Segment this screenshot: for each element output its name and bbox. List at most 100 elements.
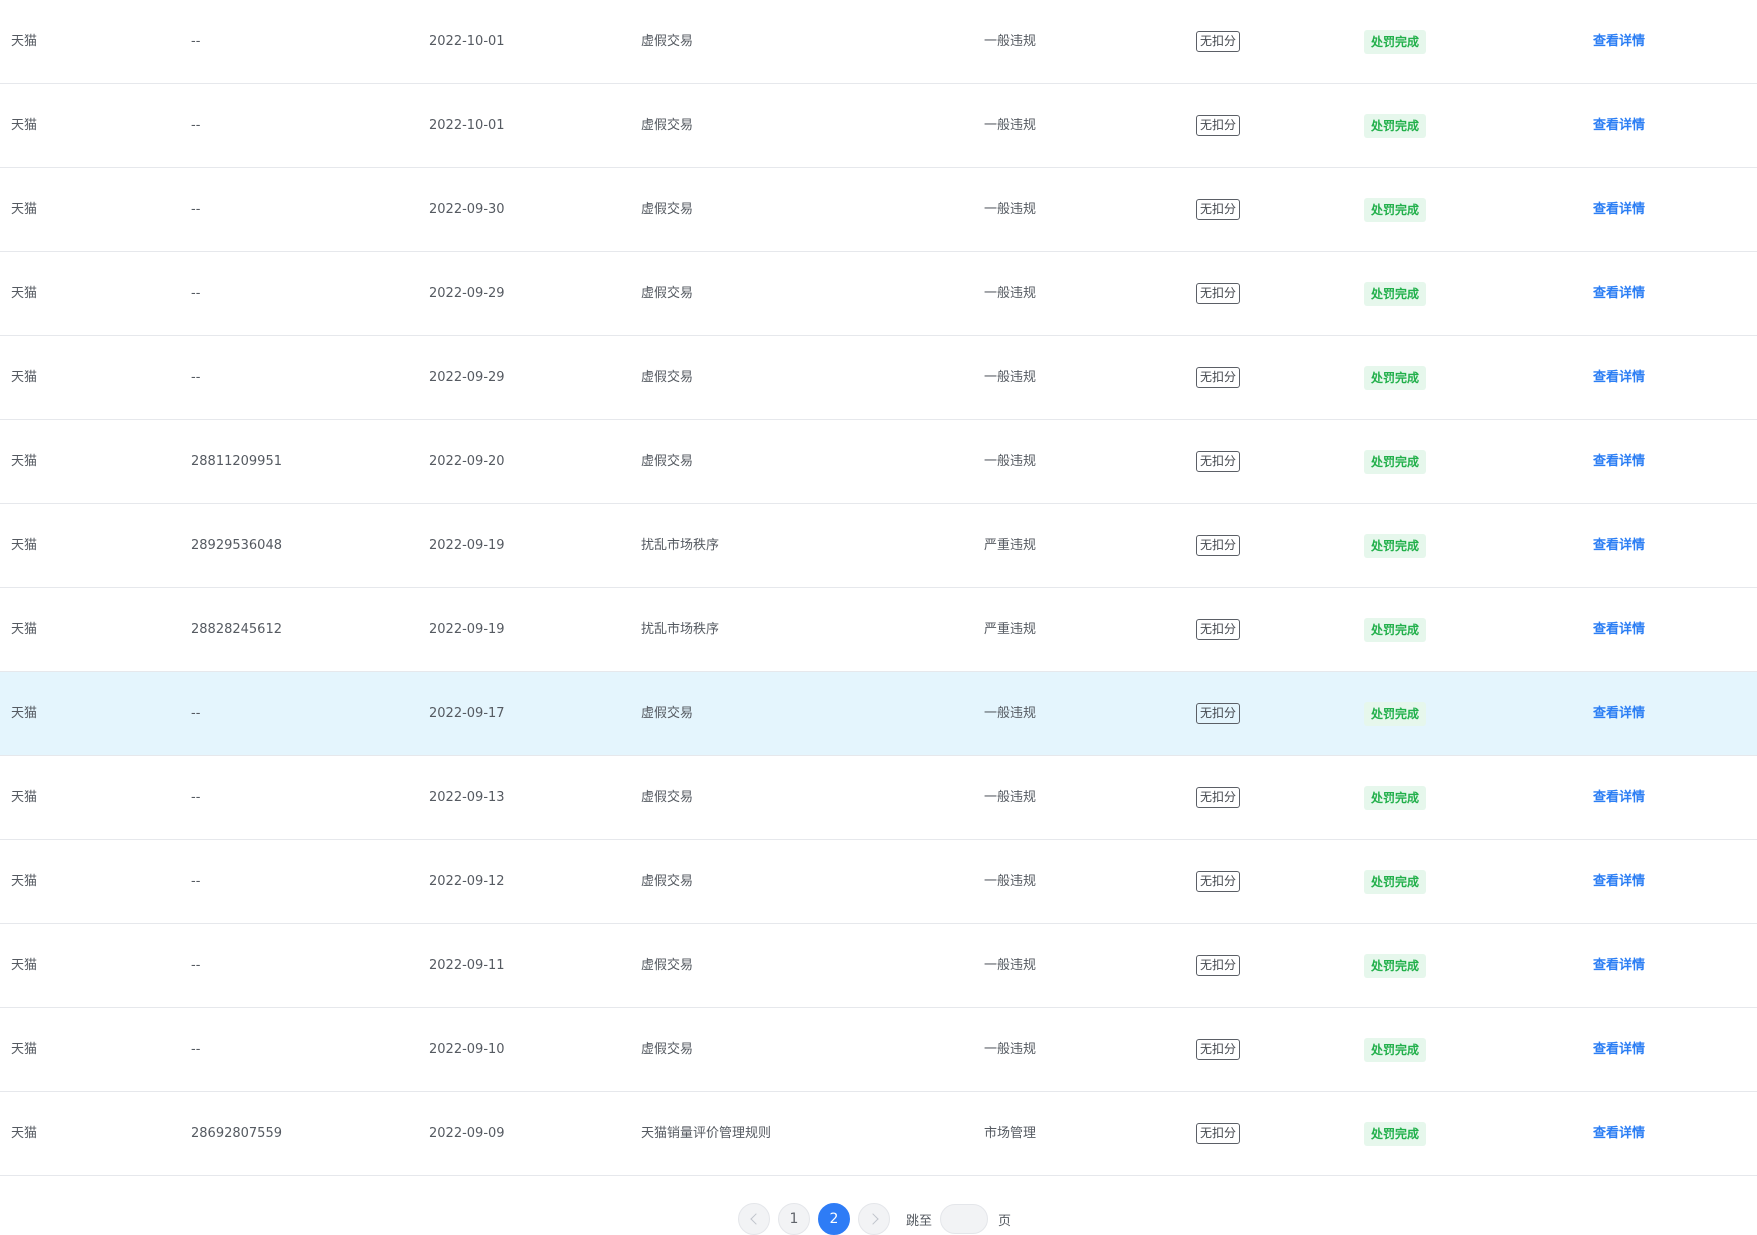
- order-id-cell-text: --: [191, 1042, 201, 1057]
- violation-type-cell-text: 虚假交易: [641, 1042, 694, 1057]
- table-row: 天猫 -- 2022-09-29 虚假交易 一般违规 无扣分 处罚完成 查看详情: [0, 252, 1757, 336]
- next-page-button[interactable]: [858, 1203, 890, 1235]
- order-id-cell-text: --: [191, 202, 201, 217]
- violation-level-cell-text: 一般违规: [984, 706, 1037, 721]
- page-button-2[interactable]: 2: [818, 1203, 850, 1235]
- platform-cell: 天猫: [11, 252, 37, 336]
- order-id-cell: --: [191, 252, 200, 336]
- score-tag: 无扣分: [1196, 1123, 1241, 1144]
- view-details-link[interactable]: 查看详情: [1593, 790, 1645, 805]
- view-details-link[interactable]: 查看详情: [1593, 958, 1645, 973]
- violation-type-cell-text: 虚假交易: [641, 790, 694, 805]
- order-id-cell-text: 28828245612: [191, 622, 282, 637]
- order-id-cell: 28692807559: [191, 1092, 282, 1176]
- violation-level-cell-text: 一般违规: [984, 118, 1037, 133]
- platform-cell-text: 天猫: [11, 202, 38, 217]
- score-cell: 无扣分: [1196, 1008, 1241, 1092]
- jump-page-input[interactable]: [940, 1204, 989, 1234]
- violation-type-cell: 虚假交易: [641, 756, 693, 840]
- status-badge: 处罚完成: [1364, 617, 1427, 642]
- status-badge: 处罚完成: [1364, 1037, 1427, 1062]
- violation-level-cell-text: 严重违规: [984, 538, 1037, 553]
- view-details-link[interactable]: 查看详情: [1593, 202, 1645, 217]
- view-details-link[interactable]: 查看详情: [1593, 538, 1645, 553]
- violation-type-cell-text: 扰乱市场秩序: [641, 622, 720, 637]
- violation-level-cell-text: 一般违规: [984, 370, 1037, 385]
- jump-label: 跳至: [906, 1213, 933, 1229]
- view-details-link[interactable]: 查看详情: [1593, 622, 1645, 637]
- view-details-link[interactable]: 查看详情: [1593, 454, 1645, 469]
- view-details-link[interactable]: 查看详情: [1593, 118, 1645, 133]
- order-id-cell: --: [191, 924, 200, 1008]
- view-details-link[interactable]: 查看详情: [1593, 34, 1645, 49]
- date-cell: 2022-09-17: [429, 672, 505, 756]
- platform-cell-text: 天猫: [11, 1126, 38, 1141]
- violation-level-cell: 一般违规: [984, 336, 1036, 420]
- date-cell-text: 2022-09-29: [429, 370, 505, 385]
- date-cell: 2022-10-01: [429, 84, 505, 168]
- violation-type-cell-text: 虚假交易: [641, 706, 694, 721]
- date-cell: 2022-09-11: [429, 924, 505, 1008]
- table-row: 天猫 -- 2022-09-11 虚假交易 一般违规 无扣分 处罚完成 查看详情: [0, 924, 1757, 1008]
- date-cell: 2022-09-19: [429, 588, 505, 672]
- chevron-left-icon: [749, 1213, 762, 1225]
- table-row: 天猫 -- 2022-09-12 虚假交易 一般违规 无扣分 处罚完成 查看详情: [0, 840, 1757, 924]
- status-badge: 处罚完成: [1364, 701, 1427, 726]
- status-cell: 处罚完成: [1364, 252, 1427, 336]
- order-id-cell: --: [191, 336, 200, 420]
- view-details-link[interactable]: 查看详情: [1593, 874, 1645, 889]
- status-cell: 处罚完成: [1364, 84, 1427, 168]
- violation-records-page: 天猫 -- 2022-10-01 虚假交易 一般违规 无扣分 处罚完成 查看详情 天猫 -- 202…: [0, 0, 1757, 1235]
- score-tag: 无扣分: [1196, 1039, 1241, 1060]
- pagination: 1 2 跳至 页: [738, 1203, 1011, 1235]
- prev-page-button[interactable]: [738, 1203, 770, 1235]
- violation-level-cell-text: 一般违规: [984, 958, 1037, 973]
- platform-cell: 天猫: [11, 504, 37, 588]
- order-id-cell: --: [191, 840, 200, 924]
- platform-cell: 天猫: [11, 84, 37, 168]
- order-id-cell: --: [191, 168, 200, 252]
- date-cell: 2022-09-30: [429, 168, 505, 252]
- status-badge: 处罚完成: [1364, 197, 1427, 222]
- score-cell: 无扣分: [1196, 504, 1241, 588]
- platform-cell-text: 天猫: [11, 790, 38, 805]
- table-row: 天猫 -- 2022-09-17 虚假交易 一般违规 无扣分 处罚完成 查看详情: [0, 672, 1757, 756]
- violation-type-cell: 天猫销量评价管理规则: [641, 1092, 771, 1176]
- order-id-cell-text: --: [191, 958, 201, 973]
- score-cell: 无扣分: [1196, 1092, 1241, 1176]
- status-badge: 处罚完成: [1364, 785, 1427, 810]
- table-row: 天猫 -- 2022-09-13 虚假交易 一般违规 无扣分 处罚完成 查看详情: [0, 756, 1757, 840]
- table-row: 天猫 -- 2022-09-29 虚假交易 一般违规 无扣分 处罚完成 查看详情: [0, 336, 1757, 420]
- date-cell: 2022-09-29: [429, 336, 505, 420]
- score-tag: 无扣分: [1196, 535, 1241, 556]
- view-details-link[interactable]: 查看详情: [1593, 1042, 1645, 1057]
- table-row: 天猫 28929536048 2022-09-19 扰乱市场秩序 严重违规 无扣分 处罚完成…: [0, 504, 1757, 588]
- violation-type-cell-text: 虚假交易: [641, 370, 694, 385]
- platform-cell: 天猫: [11, 756, 37, 840]
- table-row: 天猫 28692807559 2022-09-09 天猫销量评价管理规则 市场管理 无扣分…: [0, 1092, 1757, 1176]
- date-cell-text: 2022-09-30: [429, 202, 505, 217]
- violation-type-cell: 虚假交易: [641, 84, 693, 168]
- violation-type-cell: 虚假交易: [641, 672, 693, 756]
- page-button-1[interactable]: 1: [778, 1203, 810, 1235]
- table-row: 天猫 -- 2022-10-01 虚假交易 一般违规 无扣分 处罚完成 查看详情: [0, 84, 1757, 168]
- violation-level-cell: 一般违规: [984, 672, 1036, 756]
- score-tag: 无扣分: [1196, 955, 1241, 976]
- score-tag: 无扣分: [1196, 619, 1241, 640]
- status-cell: 处罚完成: [1364, 1008, 1427, 1092]
- order-id-cell: 28828245612: [191, 588, 282, 672]
- violation-level-cell: 一般违规: [984, 840, 1036, 924]
- status-badge: 处罚完成: [1364, 869, 1427, 894]
- view-details-link[interactable]: 查看详情: [1593, 1126, 1645, 1141]
- status-cell: 处罚完成: [1364, 168, 1427, 252]
- score-tag: 无扣分: [1196, 199, 1241, 220]
- view-details-link[interactable]: 查看详情: [1593, 370, 1645, 385]
- platform-cell-text: 天猫: [11, 286, 38, 301]
- page-unit-label: 页: [998, 1213, 1012, 1229]
- order-id-cell-text: --: [191, 370, 201, 385]
- view-details-link[interactable]: 查看详情: [1593, 286, 1645, 301]
- violation-level-cell-text: 一般违规: [984, 34, 1037, 49]
- action-cell: 查看详情: [1593, 168, 1645, 252]
- order-id-cell-text: --: [191, 34, 201, 49]
- view-details-link[interactable]: 查看详情: [1593, 706, 1645, 721]
